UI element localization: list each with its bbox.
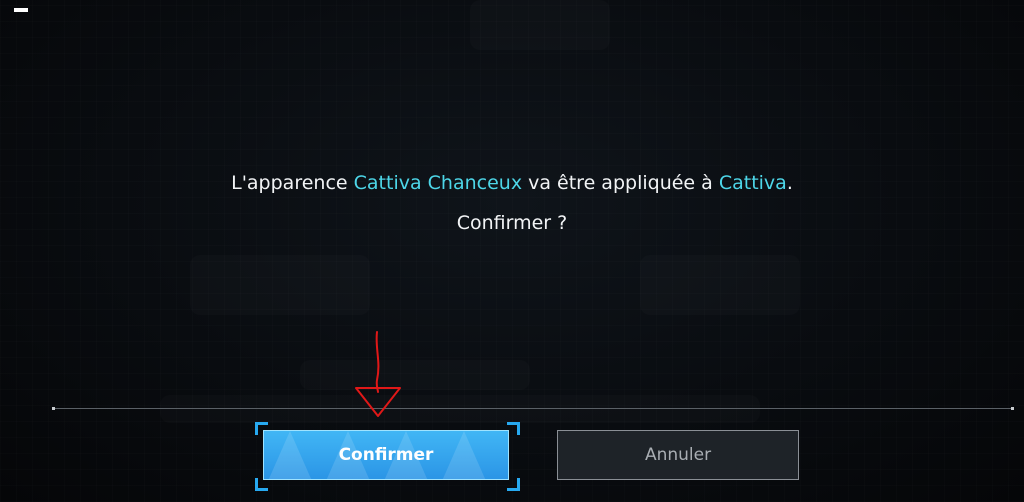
background-panel xyxy=(300,360,530,390)
background-panel xyxy=(470,0,610,50)
cancel-button-label: Annuler xyxy=(644,445,712,465)
pal-name: Cattiva xyxy=(718,172,787,194)
message-line: L'apparence Cattiva Chanceux va être app… xyxy=(0,170,1024,196)
background-panel xyxy=(160,395,760,423)
red-arrow-annotation xyxy=(355,331,401,417)
message-suffix: . xyxy=(786,172,793,194)
skin-name: Cattiva Chanceux xyxy=(353,172,523,194)
dialog-screen: L'apparence Cattiva Chanceux va être app… xyxy=(0,0,1024,502)
confirm-question: Confirmer ? xyxy=(456,212,568,234)
confirm-button[interactable]: Confirmer xyxy=(263,430,509,480)
confirm-button-label: Confirmer xyxy=(338,445,434,465)
dialog-divider xyxy=(52,407,1014,410)
button-pattern xyxy=(268,431,312,479)
message-middle: va être appliquée à xyxy=(522,172,719,194)
background-panel xyxy=(190,255,370,315)
button-pattern xyxy=(442,431,486,479)
confirmation-message: L'apparence Cattiva Chanceux va être app… xyxy=(0,170,1024,236)
minimize-icon[interactable] xyxy=(14,8,28,12)
cancel-button[interactable]: Annuler xyxy=(557,430,799,480)
background-panel xyxy=(640,255,800,315)
message-prefix: L'apparence xyxy=(231,172,354,194)
